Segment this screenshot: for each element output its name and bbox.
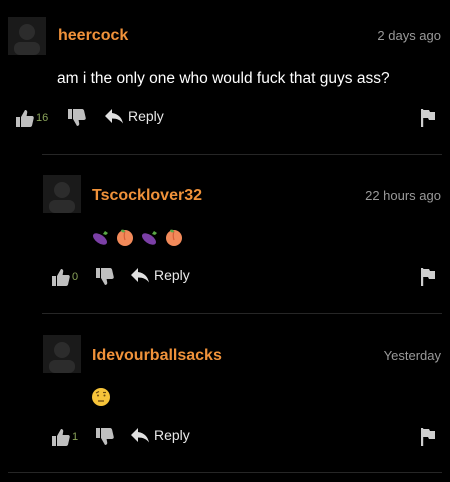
reply-label: Reply (154, 427, 190, 443)
emoji-row (91, 387, 115, 407)
reply-label: Reply (154, 267, 190, 283)
comment-actions: 1 Reply (50, 427, 444, 447)
dislike-button[interactable] (94, 427, 114, 447)
like-count: 16 (36, 112, 49, 124)
timestamp: Yesterday (383, 348, 441, 363)
reply-button[interactable]: Reply (130, 427, 190, 443)
reply-arrow-icon (131, 268, 149, 283)
comment: heercock 2 days ago am i the only one wh… (0, 0, 450, 155)
timestamp: 22 hours ago (365, 188, 441, 203)
comment-actions: 16 Reply (14, 108, 444, 128)
peach-emoji-icon (117, 229, 134, 246)
like-count: 0 (72, 271, 79, 283)
user-silhouette-icon (49, 182, 75, 213)
flag-icon (421, 268, 435, 286)
reply-comment: Tscocklover32 22 hours ago 0 Reply (0, 155, 450, 315)
comment-actions: 0 Reply (50, 267, 444, 287)
thumbs-up-icon (16, 110, 34, 127)
reply-arrow-icon (105, 109, 123, 124)
user-silhouette-icon (49, 342, 75, 373)
avatar[interactable] (43, 335, 81, 373)
flag-icon (421, 428, 435, 446)
peach-emoji-icon (166, 229, 183, 246)
reply-button[interactable]: Reply (104, 108, 164, 124)
like-button[interactable]: 1 (50, 427, 78, 447)
eggplant-emoji-icon (93, 231, 108, 245)
avatar[interactable] (8, 17, 46, 55)
flag-button[interactable] (420, 108, 436, 128)
divider (42, 313, 442, 314)
dislike-button[interactable] (66, 108, 86, 128)
thumbs-up-icon (52, 269, 70, 286)
comment-text: am i the only one who would fuck that gu… (57, 70, 390, 87)
like-button[interactable]: 0 (50, 267, 78, 287)
username[interactable]: Tscocklover32 (92, 187, 202, 205)
timestamp: 2 days ago (377, 28, 441, 43)
flag-icon (421, 109, 435, 127)
reply-comment: Idevourballsacks Yesterday 1 Reply (0, 315, 450, 475)
username[interactable]: heercock (58, 27, 128, 45)
avatar[interactable] (43, 175, 81, 213)
thumbs-up-icon (52, 429, 70, 446)
thumbs-down-icon (96, 268, 114, 285)
like-count: 1 (72, 431, 79, 443)
thumbs-down-icon (68, 109, 86, 126)
reply-label: Reply (128, 108, 164, 124)
like-button[interactable]: 16 (14, 108, 48, 128)
flag-button[interactable] (420, 427, 436, 447)
reply-button[interactable]: Reply (130, 267, 190, 283)
flag-button[interactable] (420, 267, 436, 287)
emoji-row (91, 227, 191, 247)
dislike-button[interactable] (94, 267, 114, 287)
eggplant-emoji-icon (141, 231, 157, 245)
face-with-raised-eyebrow-emoji-icon (92, 388, 110, 406)
thumbs-down-icon (96, 428, 114, 445)
reply-arrow-icon (131, 428, 149, 443)
divider (8, 472, 442, 473)
user-silhouette-icon (14, 24, 40, 55)
username[interactable]: Idevourballsacks (92, 347, 222, 365)
